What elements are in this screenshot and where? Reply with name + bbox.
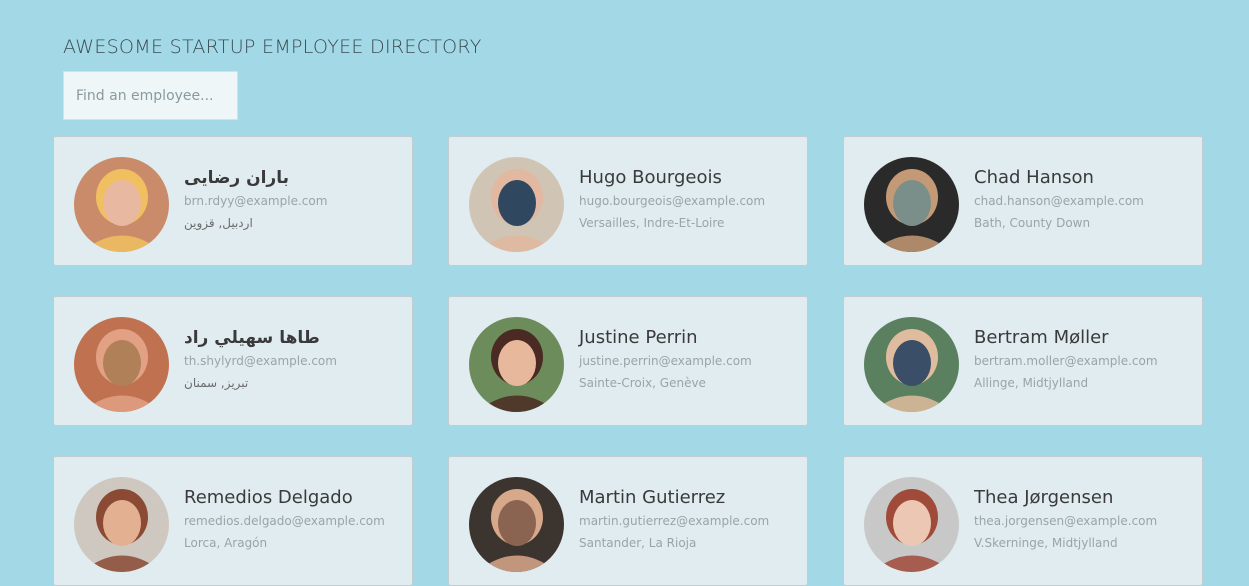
- employee-info: باران رضایی brn.rdyy@example.com اردبیل, ق…: [184, 167, 409, 230]
- employee-email: th.shylyrd@example.com: [184, 354, 337, 368]
- employee-name: Remedios Delgado: [184, 487, 353, 508]
- employee-card[interactable]: Chad Hanson chad.hanson@example.com Bath, …: [843, 136, 1203, 266]
- employee-info: Justine Perrin justine.perrin@example.com…: [579, 327, 804, 390]
- employee-email: chad.hanson@example.com: [974, 194, 1144, 208]
- employee-email: remedios.delgado@example.com: [184, 514, 385, 528]
- employee-avatar: [74, 477, 169, 572]
- employee-avatar: [864, 317, 959, 412]
- employee-name: Bertram Møller: [974, 327, 1109, 348]
- employee-avatar: [469, 477, 564, 572]
- employee-avatar: [864, 157, 959, 252]
- employee-name: باران رضایی: [184, 168, 289, 188]
- employee-location: V.Skerninge, Midtjylland: [974, 536, 1118, 550]
- employee-name: Chad Hanson: [974, 167, 1094, 188]
- employee-card[interactable]: Bertram Møller bertram.moller@example.com…: [843, 296, 1203, 426]
- employee-email: martin.gutierrez@example.com: [579, 514, 770, 528]
- employee-avatar: [864, 477, 959, 572]
- page-title: Awesome Startup Employee Directory: [63, 36, 482, 58]
- employee-avatar: [469, 317, 564, 412]
- employee-location: Lorca, Aragón: [184, 536, 268, 550]
- employee-email: thea.jorgensen@example.com: [974, 514, 1158, 528]
- employee-card[interactable]: Hugo Bourgeois hugo.bourgeois@example.com…: [448, 136, 808, 266]
- employee-location: Bath, County Down: [974, 216, 1091, 230]
- page-header: Awesome Startup Employee Directory: [63, 34, 482, 60]
- employee-info: Remedios Delgado remedios.delgado@example…: [184, 487, 409, 550]
- employee-location: تبریز, سمنان: [184, 376, 249, 390]
- employee-avatar: [74, 157, 169, 252]
- employee-name: Justine Perrin: [579, 327, 698, 348]
- employee-card[interactable]: Remedios Delgado remedios.delgado@example…: [53, 456, 413, 586]
- employee-name: Hugo Bourgeois: [579, 167, 722, 188]
- employee-card[interactable]: Martin Gutierrez martin.gutierrez@example…: [448, 456, 808, 586]
- employee-info: Hugo Bourgeois hugo.bourgeois@example.com…: [579, 167, 804, 230]
- employee-card[interactable]: باران رضایی brn.rdyy@example.com اردبیل, ق…: [53, 136, 413, 266]
- employee-card[interactable]: طاها سهيلي راد th.shylyrd@example.com تبری…: [53, 296, 413, 426]
- employee-email: brn.rdyy@example.com: [184, 194, 328, 208]
- employee-email: bertram.moller@example.com: [974, 354, 1158, 368]
- employee-location: Sainte-Croix, Genève: [579, 376, 706, 390]
- employee-search-input[interactable]: [63, 71, 238, 120]
- employee-card[interactable]: Justine Perrin justine.perrin@example.com…: [448, 296, 808, 426]
- employee-email: hugo.bourgeois@example.com: [579, 194, 766, 208]
- employee-info: Martin Gutierrez martin.gutierrez@example…: [579, 487, 804, 550]
- employee-location: اردبیل, قزوین: [184, 216, 253, 230]
- employee-grid: باران رضایی brn.rdyy@example.com اردبیل, ق…: [53, 136, 1203, 586]
- employee-location: Allinge, Midtjylland: [974, 376, 1089, 390]
- employee-name: Martin Gutierrez: [579, 487, 726, 508]
- employee-info: طاها سهيلي راد th.shylyrd@example.com تبری…: [184, 327, 409, 390]
- employee-email: justine.perrin@example.com: [579, 354, 752, 368]
- employee-name: طاها سهيلي راد: [184, 328, 320, 348]
- employee-location: Versailles, Indre-Et-Loire: [579, 216, 725, 230]
- employee-name: Thea Jørgensen: [974, 487, 1114, 508]
- employee-info: Thea Jørgensen thea.jorgensen@example.com…: [974, 487, 1199, 550]
- employee-card[interactable]: Thea Jørgensen thea.jorgensen@example.com…: [843, 456, 1203, 586]
- employee-info: Bertram Møller bertram.moller@example.com…: [974, 327, 1199, 390]
- employee-avatar: [469, 157, 564, 252]
- employee-info: Chad Hanson chad.hanson@example.com Bath, …: [974, 167, 1199, 230]
- employee-avatar: [74, 317, 169, 412]
- employee-location: Santander, La Rioja: [579, 536, 697, 550]
